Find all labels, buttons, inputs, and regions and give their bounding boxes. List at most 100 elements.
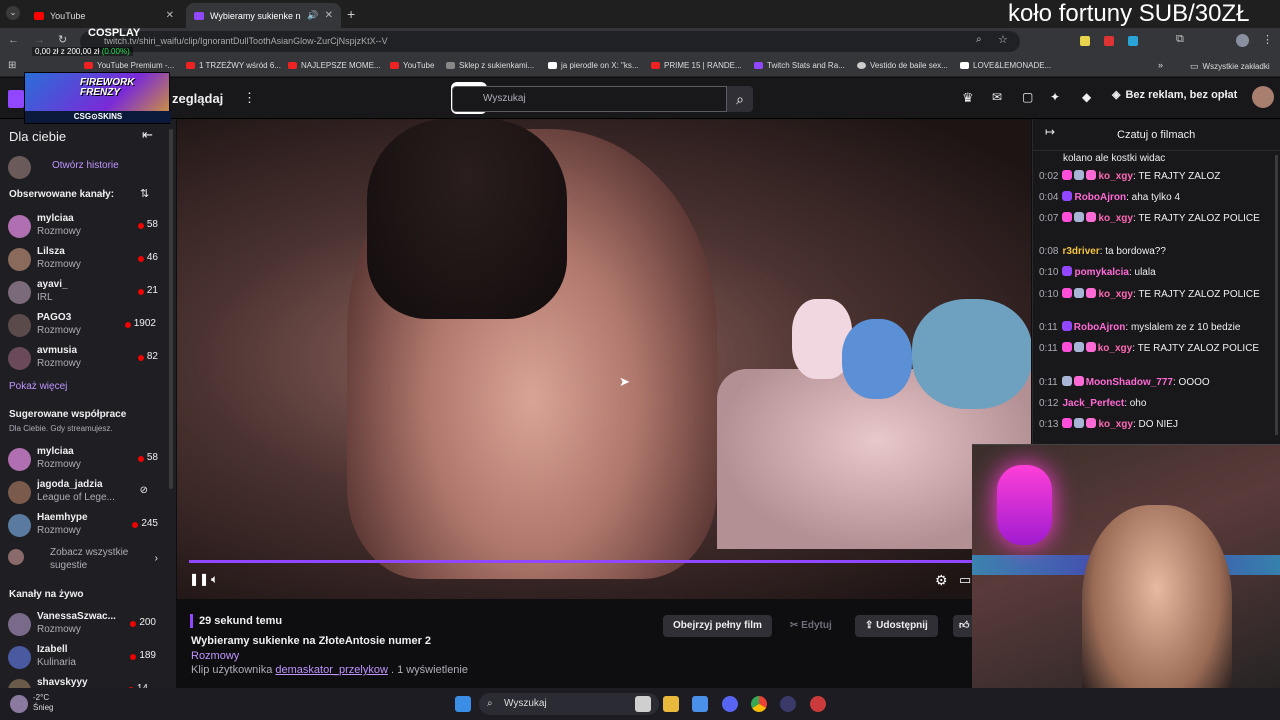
discord-icon[interactable] bbox=[722, 696, 738, 712]
more-icon[interactable]: ⋮ bbox=[243, 90, 256, 106]
star-icon[interactable]: ☆ bbox=[998, 33, 1008, 46]
theatre-mode-button[interactable]: ▭ bbox=[959, 572, 971, 588]
share-button[interactable]: ⇪ Udostępnij bbox=[855, 615, 938, 637]
sort-icon[interactable]: ⇅ bbox=[140, 187, 149, 200]
extension-icon[interactable] bbox=[1128, 36, 1138, 46]
weather-icon[interactable] bbox=[10, 695, 28, 713]
bookmark-item[interactable]: Sklep z sukienkami... bbox=[446, 61, 534, 70]
browse-link[interactable]: zeglądaj bbox=[172, 91, 223, 106]
twitch-logo-icon[interactable] bbox=[8, 90, 24, 108]
search-input[interactable]: Wyszukaj bbox=[452, 86, 727, 112]
live-channel[interactable]: Izabell Kulinaria 189 bbox=[0, 642, 176, 675]
video-frame-hair bbox=[367, 119, 567, 319]
watch-full-video-button[interactable]: Obejrzyj pełny film bbox=[663, 615, 772, 637]
see-all-suggestions[interactable]: Zobacz wszystkie sugestie › bbox=[0, 545, 176, 578]
apps-icon[interactable]: ⊞ bbox=[8, 60, 16, 71]
bookmark-item[interactable]: ja pierodle on X: "ks... bbox=[548, 61, 639, 70]
extension-icon[interactable]: ✦ bbox=[1050, 90, 1060, 104]
profile-avatar[interactable] bbox=[1236, 34, 1249, 47]
chat-username[interactable]: pomykalcia bbox=[1074, 267, 1128, 278]
chat-username[interactable]: RoboAjron bbox=[1074, 192, 1126, 203]
bookmark-item[interactable]: YouTube Premium -... bbox=[84, 61, 174, 70]
show-more-link[interactable]: Pokaż więcej bbox=[9, 381, 67, 392]
address-bar[interactable]: twitch.tv/shiri_waifu/clip/IgnorantDullT… bbox=[80, 31, 1020, 52]
video-player[interactable]: ❚❚ 🔈︎ ⚙ ▭ bbox=[177, 119, 1031, 599]
task-view-icon[interactable] bbox=[635, 696, 651, 712]
back-icon[interactable]: ← bbox=[8, 34, 19, 46]
chat-username[interactable]: r3driver bbox=[1062, 246, 1099, 257]
bookmark-item[interactable]: Vestido de baile sex... bbox=[857, 61, 948, 70]
followed-channel[interactable]: avmusia Rozmowy 82 bbox=[0, 343, 176, 376]
chat-scrollbar[interactable] bbox=[1275, 155, 1278, 435]
chat-message: 0:13 ko_xgy: DO NIEJ bbox=[1039, 417, 1271, 432]
extensions-puzzle-icon[interactable]: ⧉ bbox=[1176, 33, 1184, 46]
store-icon[interactable] bbox=[692, 696, 708, 712]
avatar bbox=[8, 646, 31, 669]
chat-username[interactable]: Jack_Perfect bbox=[1062, 398, 1124, 409]
live-channel[interactable]: VanessaSzwac... Rozmowy 200 bbox=[0, 609, 176, 642]
chat-username[interactable]: RoboAjron bbox=[1074, 322, 1126, 333]
bookmark-item[interactable]: NAJLEPSZE MOME... bbox=[288, 61, 381, 70]
close-icon[interactable]: ✕ bbox=[325, 10, 333, 21]
expand-icon[interactable]: ↦ bbox=[1045, 125, 1055, 139]
bits-icon[interactable]: ◆ bbox=[1082, 90, 1091, 104]
all-bookmarks[interactable]: ▭ Wszystkie zakładki bbox=[1190, 61, 1270, 72]
chat-username[interactable]: ko_xgy bbox=[1098, 343, 1132, 354]
edit-button[interactable]: ✂ Edytuj bbox=[780, 615, 842, 637]
chat-username[interactable]: ko_xgy bbox=[1098, 171, 1132, 182]
chat-username[interactable]: ko_xgy bbox=[1098, 289, 1132, 300]
chat-username[interactable]: ko_xgy bbox=[1098, 419, 1132, 430]
bookmark-item[interactable]: 1 TRZEŹWY wśród 6... bbox=[186, 61, 281, 70]
app-icon[interactable] bbox=[810, 696, 826, 712]
file-explorer-icon[interactable] bbox=[663, 696, 679, 712]
chrome-icon[interactable] bbox=[751, 696, 767, 712]
suggested-channel[interactable]: mylciaa Rozmowy 58 bbox=[0, 444, 176, 477]
bookmark-item[interactable]: YouTube bbox=[390, 61, 434, 70]
collapse-sidebar-icon[interactable]: ⇤ bbox=[142, 127, 153, 143]
speaker-icon[interactable]: 🔊 bbox=[307, 10, 318, 21]
tab-youtube[interactable]: YouTube ✕ bbox=[26, 3, 182, 28]
followed-channel[interactable]: mylciaa Rozmowy 58 bbox=[0, 211, 176, 244]
new-tab-icon[interactable]: + bbox=[347, 6, 355, 22]
volume-button[interactable]: 🔈︎ bbox=[211, 572, 218, 587]
extension-icon[interactable] bbox=[1104, 36, 1114, 46]
chat-username[interactable]: ko_xgy bbox=[1098, 213, 1132, 224]
suggested-channel[interactable]: Haemhype Rozmowy 245 bbox=[0, 510, 176, 543]
more-bookmarks-icon[interactable]: » bbox=[1158, 60, 1163, 70]
search-button[interactable]: ⌕ bbox=[727, 86, 753, 112]
close-icon[interactable]: ✕ bbox=[166, 10, 174, 21]
bookmark-item[interactable]: PRIME 15 | RANDE... bbox=[651, 61, 742, 70]
user-avatar[interactable] bbox=[1252, 86, 1274, 108]
clip-author-link[interactable]: demaskator_przelykow bbox=[275, 664, 388, 676]
forward-icon[interactable]: → bbox=[34, 34, 45, 46]
zoom-icon[interactable]: ⌕ bbox=[976, 34, 982, 45]
tab-twitch-clip[interactable]: Wybieramy sukienke na Złoł 🔊 ✕ bbox=[186, 3, 341, 28]
followed-channel[interactable]: ayavi_ IRL 21 bbox=[0, 277, 176, 310]
whispers-icon[interactable]: ▢ bbox=[1022, 90, 1033, 104]
chat-username[interactable]: MoonShadow_777 bbox=[1086, 377, 1173, 388]
clip-category-link[interactable]: Rozmowy bbox=[191, 650, 239, 662]
menu-icon[interactable]: ⋮ bbox=[1262, 33, 1273, 46]
settings-button[interactable]: ⚙ bbox=[935, 572, 948, 589]
weather-widget[interactable]: -2°C Śnieg bbox=[33, 693, 53, 713]
inbox-icon[interactable]: ✉ bbox=[992, 90, 1002, 104]
crown-icon[interactable]: ♛ bbox=[962, 90, 974, 106]
bookmark-item[interactable]: LOVE&LEMONADE... bbox=[960, 61, 1051, 70]
ad-free-button[interactable]: ◈ Bez reklam, bez opłat bbox=[1112, 88, 1237, 102]
sidebar-scrollbar[interactable] bbox=[169, 129, 173, 489]
followed-channel[interactable]: Lilsza Rozmowy 46 bbox=[0, 244, 176, 277]
extension-icon[interactable] bbox=[1080, 36, 1090, 46]
taskbar-search[interactable]: ⌕ Wyszukaj bbox=[479, 693, 659, 715]
bookmark-item[interactable]: Twitch Stats and Ra... bbox=[754, 61, 845, 70]
seek-bar[interactable] bbox=[189, 560, 1019, 563]
obs-icon[interactable] bbox=[780, 696, 796, 712]
live-channel[interactable]: shavskyyy 14 bbox=[0, 675, 176, 689]
tab-list-icon[interactable]: ⌄ bbox=[6, 6, 20, 20]
viewer-count: 21 bbox=[137, 285, 158, 296]
suggested-channel[interactable]: jagoda_jadzia League of Lege... ⊘ bbox=[0, 477, 176, 510]
pause-button[interactable]: ❚❚ bbox=[189, 572, 209, 586]
followed-channel[interactable]: PAGO3 Rozmowy 1902 bbox=[0, 310, 176, 343]
windows-start-icon[interactable] bbox=[455, 696, 471, 712]
reload-icon[interactable]: ↻ bbox=[58, 33, 67, 46]
open-stories[interactable]: Otwórz historie bbox=[0, 152, 176, 185]
